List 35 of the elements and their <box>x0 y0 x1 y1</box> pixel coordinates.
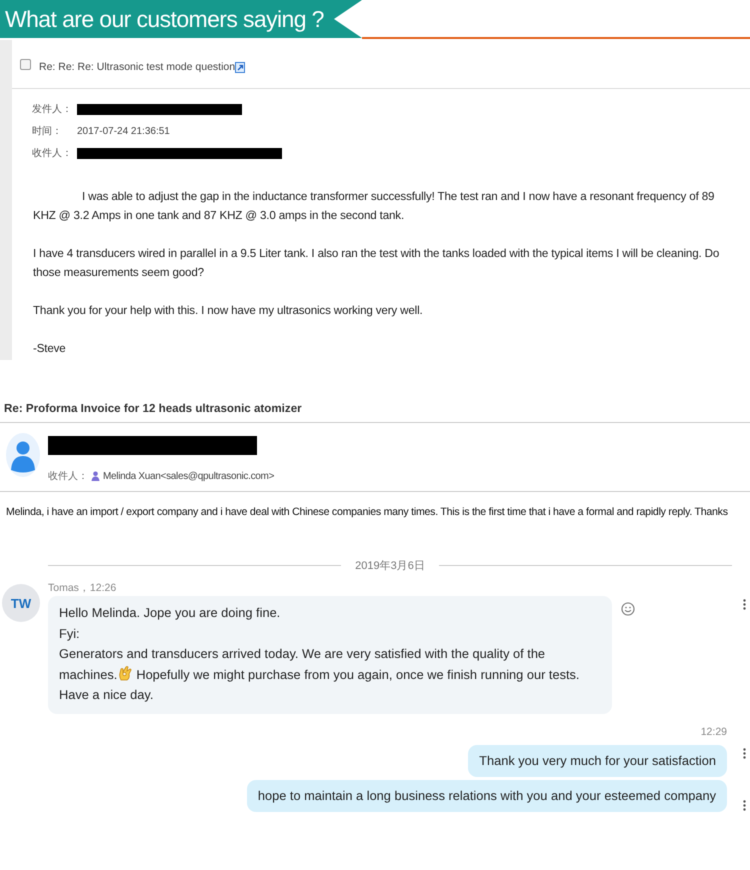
date-separator: 2019年3月6日 <box>355 559 425 573</box>
external-link-icon[interactable] <box>235 62 246 72</box>
message-text: Fyi: <box>59 626 80 640</box>
checkbox[interactable] <box>20 58 31 70</box>
notch-icon <box>332 0 362 38</box>
person-icon <box>91 471 100 481</box>
email-subject: Re: Proforma Invoice for 12 heads ultrasonic atomizer <box>0 400 750 423</box>
message-bubble: hope to maintain a long business relations with you and your esteemed company <box>246 780 727 812</box>
email-paragraph: I have 4 transducers wired in parallel in a 9.5 Liter tank. I also ran the test with the tanks loaded with the typical items I will be cleaning. Do those measurements seem good? <box>33 246 720 281</box>
recipient-label: 收件人： <box>48 470 88 483</box>
field-label: 时间： <box>32 124 63 138</box>
message-text: Hopefully we might purchase from you again, once we finish running our tests. <box>136 666 580 682</box>
message-author: Tomas，12:26 <box>48 581 118 595</box>
message-bubble: Thank you very much for your satisfaction <box>468 744 727 776</box>
more-options-icon[interactable] <box>743 748 746 759</box>
message-time: 12:29 <box>700 724 728 740</box>
email-paragraph: -Steve <box>33 341 67 357</box>
recipient-address: Melinda Xuan<sales@qpultrasonic.com> <box>103 470 274 482</box>
emoji-reaction-icon[interactable] <box>621 602 635 616</box>
avatar-icon <box>6 433 40 477</box>
email-body: Melinda, i have an import / export company and i have deal with Chinese companies many times. This is the first time that i have a formal and rapidly reply. Thanks <box>5 505 729 518</box>
message-text: Have a nice day. <box>59 687 154 702</box>
message-text: machines. <box>59 666 118 682</box>
more-options-icon[interactable] <box>743 599 746 610</box>
banner-title: What are our customers saying ? <box>4 6 324 32</box>
field-label: 发件人： <box>32 103 73 116</box>
email-paragraph: Thank you for your help with this. I now have my ultrasonics working very well. <box>33 303 424 319</box>
field-value: 2017-07-24 21:36:51 <box>77 126 170 136</box>
field-label: 收件人： <box>32 147 73 160</box>
email-paragraph: I was able to adjust the gap in the inductance transformer successfully! The test ran and I now have a resonant frequency of 89 KHZ @ 3.2 Amps in one tank and 87 KHZ @ 3.0 amps in the second tank. <box>33 189 716 224</box>
more-options-icon[interactable] <box>743 800 746 811</box>
avatar: TW <box>2 584 40 622</box>
email-subject: Re: Re: Re: Ultrasonic test mode question <box>39 61 236 73</box>
message-text: Hello Melinda. Jope you are doing fine. <box>59 605 280 620</box>
message-text: Generators and transducers arrived today. We are very satisfied with the quality of the <box>59 646 546 661</box>
